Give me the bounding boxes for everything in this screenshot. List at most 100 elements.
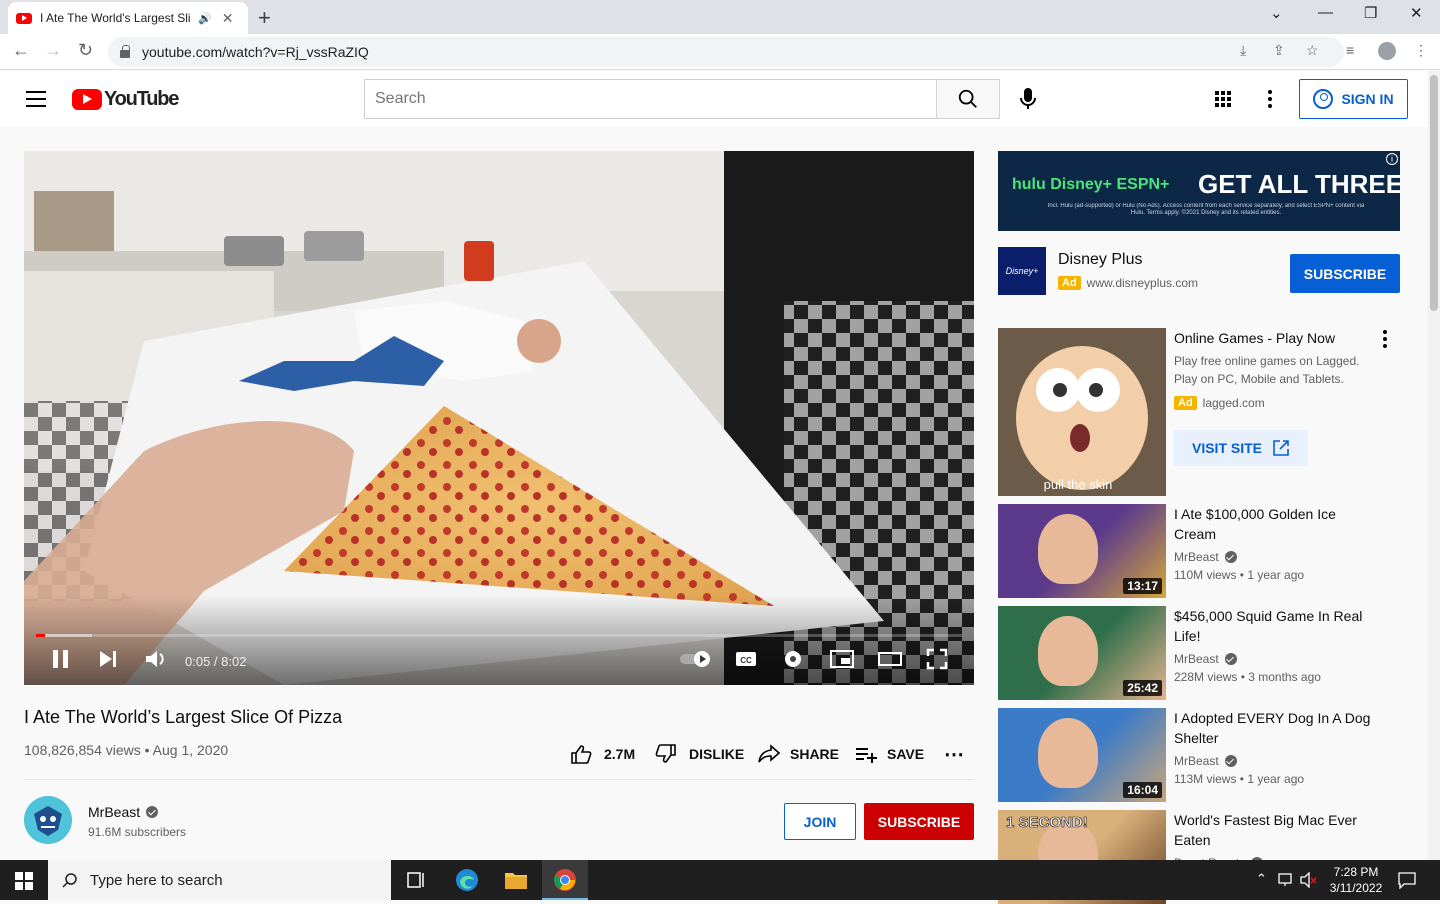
fullscreen-icon[interactable] xyxy=(926,648,948,670)
recommendation-channel[interactable]: MrBeast xyxy=(1174,754,1237,768)
sponsored-thumbnail[interactable]: pull the skin xyxy=(998,328,1166,496)
time-display: 0:05 / 8:02 xyxy=(185,654,247,669)
volume-icon[interactable] xyxy=(144,648,168,670)
search-button[interactable] xyxy=(936,79,1000,119)
windows-taskbar: Type here to search ⌃ 7:28 PM 3/11/2022 xyxy=(0,860,1440,900)
recommendation-item[interactable]: 16:04 I Adopted EVERY Dog In A Dog Shelte… xyxy=(998,708,1418,802)
browser-menu-icon[interactable]: ⋮ xyxy=(1414,42,1428,59)
network-icon[interactable] xyxy=(1278,872,1296,888)
thumbnail-face xyxy=(1038,514,1098,584)
close-tab-icon[interactable]: ✕ xyxy=(222,10,234,27)
promo-advertiser-name[interactable]: Disney Plus xyxy=(1058,251,1142,269)
task-view-icon[interactable] xyxy=(406,871,426,889)
theater-mode-icon[interactable] xyxy=(877,648,903,670)
recommendation-stats: 110M views • 1 year ago xyxy=(1174,568,1305,582)
action-center-icon[interactable] xyxy=(1398,871,1416,889)
youtube-favicon-icon xyxy=(16,12,32,24)
channel-name[interactable]: MrBeast xyxy=(88,804,159,820)
video-player[interactable]: 0:05 / 8:02 CC xyxy=(24,151,974,685)
share-button[interactable]: SHARE xyxy=(758,744,839,764)
system-clock[interactable]: 7:28 PM 3/11/2022 xyxy=(1326,864,1386,896)
profile-icon[interactable] xyxy=(1378,42,1396,60)
reload-icon[interactable]: ↻ xyxy=(78,40,93,61)
save-label: SAVE xyxy=(887,746,925,762)
browser-tab[interactable]: I Ate The World's Largest Sli 🔊 ✕ xyxy=(8,2,248,34)
show-hidden-icons-icon[interactable]: ⌃ xyxy=(1256,871,1267,887)
subscribe-button[interactable]: SUBSCRIBE xyxy=(864,803,974,840)
recommendation-thumbnail[interactable]: 13:17 xyxy=(998,504,1166,598)
sponsored-more-icon[interactable] xyxy=(1383,330,1387,348)
divider xyxy=(24,779,974,780)
new-tab-button[interactable]: + xyxy=(258,5,271,31)
taskbar-search-box[interactable]: Type here to search xyxy=(48,860,391,900)
forward-icon[interactable]: → xyxy=(44,40,62,61)
like-button[interactable]: 2.7M xyxy=(570,744,635,764)
audio-playing-icon[interactable]: 🔊 xyxy=(198,12,212,25)
join-button[interactable]: JOIN xyxy=(784,803,856,840)
svg-text:CC: CC xyxy=(740,656,752,665)
visit-site-button[interactable]: VISIT SITE xyxy=(1174,430,1308,466)
search-input[interactable] xyxy=(364,79,937,119)
video-duration: 16:04 xyxy=(1123,782,1162,798)
recommendation-title[interactable]: World's Fastest Big Mac Ever Eaten xyxy=(1174,810,1374,850)
display-ad-banner[interactable]: hulu Disney+ ESPN+ GET ALL THREE Incl. H… xyxy=(998,151,1400,231)
edge-browser-icon[interactable] xyxy=(455,868,479,892)
progress-bar[interactable] xyxy=(36,634,962,637)
dislike-label: DISLIKE xyxy=(689,746,745,762)
speaker-muted-icon[interactable] xyxy=(1300,872,1318,888)
disney-plus-logo-icon[interactable]: Disney+ xyxy=(998,247,1046,295)
chrome-taskbar-button[interactable] xyxy=(542,860,588,900)
windows-start-icon[interactable] xyxy=(15,872,33,890)
more-actions-icon[interactable]: ⋯ xyxy=(944,742,964,767)
ad-headline: GET ALL THREE xyxy=(1198,169,1400,199)
settings-more-icon[interactable] xyxy=(1268,90,1272,108)
closed-captions-icon[interactable]: CC xyxy=(734,648,758,670)
recommendation-channel[interactable]: MrBeast xyxy=(1174,652,1237,666)
ad-info-icon[interactable]: i xyxy=(1386,153,1398,165)
microphone-icon[interactable] xyxy=(1018,87,1038,111)
account-circle-icon xyxy=(1313,89,1334,109)
video-duration: 25:42 xyxy=(1123,680,1162,696)
address-bar[interactable]: youtube.com/watch?v=Rj_vssRaZIQ xyxy=(108,37,1344,67)
share-page-icon[interactable]: ⇪ xyxy=(1273,42,1285,59)
sponsored-title[interactable]: Online Games - Play Now xyxy=(1174,328,1374,348)
ad-brands: hulu Disney+ ESPN+ xyxy=(1012,176,1169,193)
restore-window-icon[interactable]: ❐ xyxy=(1364,4,1377,22)
file-explorer-icon[interactable] xyxy=(504,869,528,891)
recommendation-channel-name: MrBeast xyxy=(1174,550,1219,564)
settings-gear-icon[interactable] xyxy=(782,648,804,670)
recommendation-thumbnail[interactable]: 25:42 xyxy=(998,606,1166,700)
sponsored-item[interactable]: pull the skin Online Games - Play Now Pl… xyxy=(998,328,1418,496)
page-scrollbar[interactable] xyxy=(1428,71,1440,860)
youtube-apps-icon[interactable] xyxy=(1215,91,1231,107)
back-icon[interactable]: ← xyxy=(12,40,30,61)
close-window-icon[interactable]: ✕ xyxy=(1410,4,1423,22)
save-button[interactable]: SAVE xyxy=(855,744,924,764)
dislike-button[interactable]: DISLIKE xyxy=(655,744,744,764)
bookmark-star-icon[interactable]: ☆ xyxy=(1306,42,1319,59)
channel-avatar[interactable] xyxy=(24,796,72,844)
sponsored-domain: lagged.com xyxy=(1202,396,1265,410)
media-control-icon[interactable]: ≡ xyxy=(1346,42,1354,58)
scrollbar-thumb[interactable] xyxy=(1430,75,1438,311)
pause-icon[interactable] xyxy=(50,648,72,670)
tab-search-icon[interactable]: ⌄ xyxy=(1270,4,1283,22)
recommendation-title[interactable]: I Adopted EVERY Dog In A Dog Shelter xyxy=(1174,708,1374,748)
promo-url: www.disneyplus.com xyxy=(1086,276,1199,290)
recommendation-title[interactable]: $456,000 Squid Game In Real Life! xyxy=(1174,606,1374,646)
recommendation-item[interactable]: 13:17 I Ate $100,000 Golden Ice Cream MrBe… xyxy=(998,504,1418,598)
install-app-icon[interactable]: ⤓ xyxy=(1240,42,1246,59)
sign-in-button[interactable]: SIGN IN xyxy=(1299,79,1408,119)
recommendation-title[interactable]: I Ate $100,000 Golden Ice Cream xyxy=(1174,504,1374,544)
miniplayer-icon[interactable] xyxy=(829,648,855,670)
external-link-icon xyxy=(1273,440,1289,456)
recommendation-channel[interactable]: MrBeast xyxy=(1174,550,1237,564)
next-video-icon[interactable] xyxy=(97,648,119,670)
promo-subscribe-button[interactable]: SUBSCRIBE xyxy=(1290,254,1400,293)
autoplay-toggle-icon[interactable] xyxy=(678,648,714,670)
guide-menu-icon[interactable] xyxy=(26,91,46,107)
recommendation-thumbnail[interactable]: 16:04 xyxy=(998,708,1166,802)
youtube-logo[interactable]: YouTube xyxy=(72,88,179,111)
minimize-window-icon[interactable]: — xyxy=(1318,4,1333,21)
recommendation-item[interactable]: 25:42 $456,000 Squid Game In Real Life! Mr… xyxy=(998,606,1418,700)
